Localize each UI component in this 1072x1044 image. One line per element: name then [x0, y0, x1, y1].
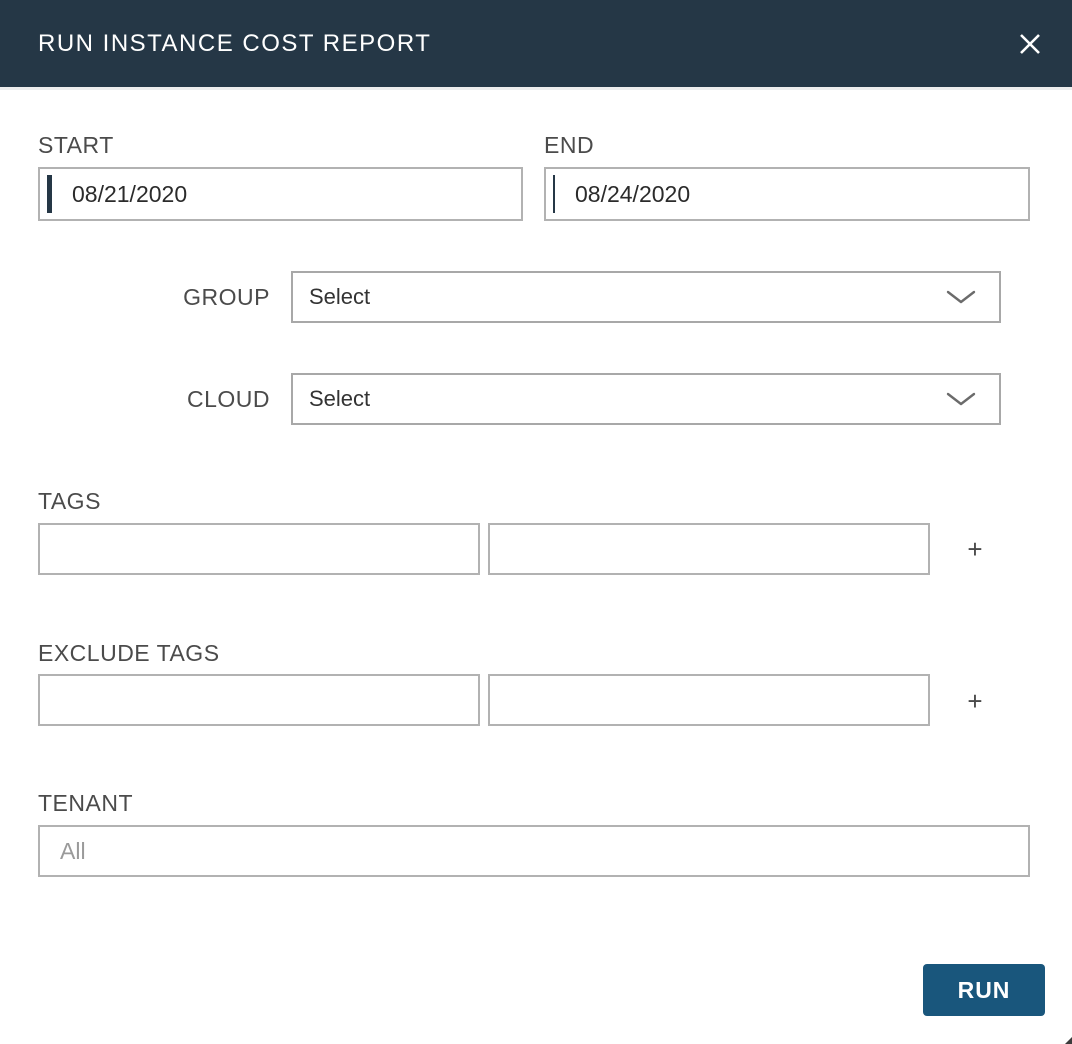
add-tag-button[interactable]: + — [957, 531, 993, 567]
tenant-label: TENANT — [38, 790, 133, 817]
cloud-select[interactable]: Select — [291, 373, 1001, 425]
close-button[interactable] — [1012, 26, 1048, 62]
run-instance-cost-report-dialog: RUN INSTANCE COST REPORT START END GROUP… — [0, 0, 1072, 1044]
start-label: START — [38, 132, 114, 159]
end-date-input[interactable] — [555, 169, 1028, 219]
chevron-down-icon — [945, 289, 977, 305]
tenant-input[interactable] — [40, 827, 1028, 875]
start-date-input[interactable] — [52, 169, 521, 219]
dialog-title: RUN INSTANCE COST REPORT — [38, 30, 431, 58]
group-select-value: Select — [293, 284, 945, 310]
chevron-down-icon — [945, 391, 977, 407]
cloud-label: CLOUD — [38, 386, 270, 413]
exclude-tags-key-field[interactable] — [38, 674, 480, 726]
exclude-tags-value-input[interactable] — [490, 676, 928, 724]
add-exclude-tag-button[interactable]: + — [957, 683, 993, 719]
group-select[interactable]: Select — [291, 271, 1001, 323]
tags-label: TAGS — [38, 488, 101, 515]
end-date-field[interactable] — [544, 167, 1030, 221]
cloud-select-value: Select — [293, 386, 945, 412]
exclude-tags-key-input[interactable] — [40, 676, 478, 724]
end-label: END — [544, 132, 594, 159]
tags-key-field[interactable] — [38, 523, 480, 575]
tenant-field[interactable] — [38, 825, 1030, 877]
group-label: GROUP — [38, 284, 270, 311]
exclude-tags-value-field[interactable] — [488, 674, 930, 726]
dialog-header: RUN INSTANCE COST REPORT — [0, 0, 1072, 90]
tags-value-input[interactable] — [490, 525, 928, 573]
tags-key-input[interactable] — [40, 525, 478, 573]
tags-value-field[interactable] — [488, 523, 930, 575]
start-date-field[interactable] — [38, 167, 523, 221]
run-button[interactable]: RUN — [923, 964, 1045, 1016]
exclude-tags-label: EXCLUDE TAGS — [38, 640, 220, 667]
corner-artifact — [1065, 1037, 1072, 1044]
close-icon — [1016, 30, 1044, 58]
